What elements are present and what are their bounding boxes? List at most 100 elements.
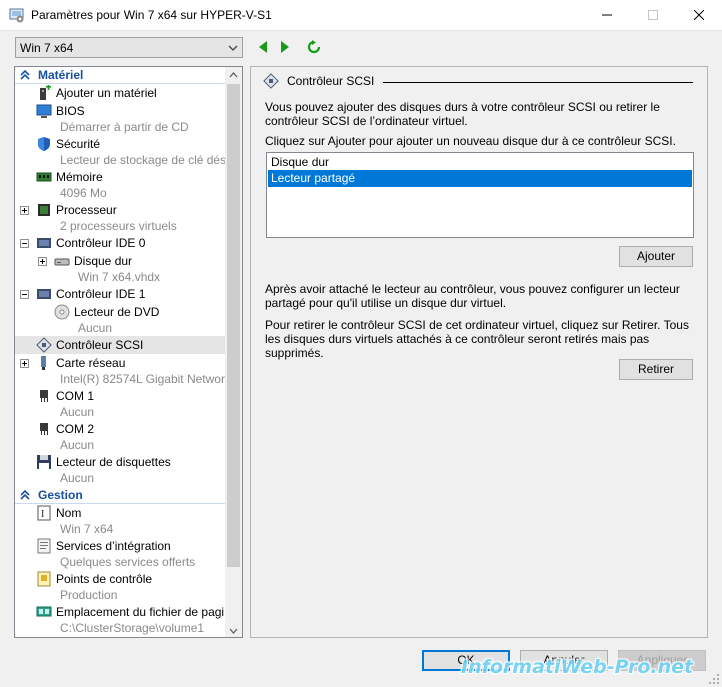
sidebar-item-com-2[interactable]: COM 2 Aucun (15, 420, 226, 454)
detail-panel: Contrôleur SCSI Vous pouvez ajouter des … (250, 66, 708, 638)
sidebar-item-label: Disque dur (74, 254, 133, 268)
sidebar-item-ide-controller-0[interactable]: Contrôleur IDE 0 (15, 234, 226, 252)
sidebar-item-detail: Aucun (60, 405, 95, 419)
sidebar-item-label: Emplacement du fichier de pagi... (56, 605, 235, 619)
sidebar-item-detail: Lecteur de stockage de clé dés... (60, 153, 237, 167)
scrollbar-thumb[interactable] (227, 84, 240, 567)
sidebar-item-memory[interactable]: Mémoire 4096 Mo (15, 168, 226, 202)
sidebar-item-integration-services[interactable]: Services d’intégration Quelques services… (15, 537, 226, 571)
tree-scrollbar[interactable] (225, 67, 242, 637)
sidebar-item-detail: 4096 Mo (60, 186, 107, 200)
sidebar-item-detail: Démarrer à partir de CD (60, 120, 189, 134)
sidebar-item-detail: Aucun (60, 438, 95, 452)
section-hardware-label: Matériel (38, 68, 84, 82)
sidebar-item-bios[interactable]: BIOS Démarrer à partir de CD (15, 102, 226, 136)
panel-title: Contrôleur SCSI (287, 74, 381, 88)
sidebar-item-label: Carte réseau (56, 356, 126, 370)
vm-selector-value: Win 7 x64 (20, 41, 74, 55)
after-attach-text: Après avoir attaché le lecteur au contrô… (265, 282, 680, 310)
network-adapter-icon (41, 356, 46, 370)
settings-app-icon (9, 8, 24, 23)
sidebar-item-network-adapter[interactable]: Carte réseau Intel(R) 82574L Gigabit Net… (15, 354, 234, 388)
processor-icon (38, 204, 50, 216)
expand-icon[interactable] (20, 359, 29, 368)
name-tag-icon: I (37, 505, 51, 521)
title-bar: Paramètres pour Win 7 x64 sur HYPER-V-S1 (0, 0, 722, 31)
sidebar-item-paging-file-location[interactable]: Emplacement du fichier de pagi... C:\Clu… (15, 603, 234, 637)
minimize-button[interactable] (584, 0, 630, 30)
sidebar-item-detail: Production (60, 588, 118, 602)
sidebar-item-com-1[interactable]: COM 1 Aucun (15, 387, 226, 421)
remove-button[interactable]: Retirer (619, 359, 693, 380)
section-hardware[interactable]: Matériel (15, 67, 226, 84)
refresh-icon[interactable] (307, 40, 321, 54)
sidebar-item-processor[interactable]: Processeur 2 processeurs virtuels (15, 201, 226, 235)
scroll-up-arrow-icon[interactable] (229, 72, 238, 78)
vm-selector[interactable]: Win 7 x64 (15, 37, 243, 58)
sidebar-item-label: Sécurité (56, 137, 101, 151)
sidebar-item-label: Contrôleur IDE 0 (56, 236, 146, 250)
watermark-logo: InformatiWeb-Pro.net (461, 656, 694, 678)
svg-text:I: I (41, 509, 44, 520)
sidebar-item-floppy-drive[interactable]: Lecteur de disquettes Aucun (15, 453, 226, 487)
sidebar-item-detail: Win 7 x64.vhdx (78, 270, 161, 284)
instruction-text: Cliquez sur Ajouter pour ajouter un nouv… (265, 134, 676, 148)
sidebar-item-scsi-controller[interactable]: Contrôleur SCSI (15, 336, 226, 354)
paging-file-icon (36, 606, 52, 617)
close-button[interactable] (676, 0, 722, 30)
header-rule (383, 82, 693, 83)
back-arrow-icon[interactable] (256, 40, 270, 54)
sidebar-item-label: COM 1 (56, 389, 95, 403)
sidebar-item-checkpoints[interactable]: Points de contrôle Production (15, 570, 226, 604)
scsi-controller-icon (263, 73, 279, 89)
toolbar: Win 7 x64 (0, 31, 722, 63)
remove-info-text: Pour retirer le contrôleur SCSI de cet o… (265, 318, 689, 360)
sidebar-item-label: BIOS (56, 104, 85, 118)
minimize-icon (602, 14, 612, 16)
shield-icon (38, 137, 50, 151)
sidebar-item-hard-drive[interactable]: Disque dur Win 7 x64.vhdx (15, 252, 226, 286)
controller-type-list[interactable]: Disque dur Lecteur partagé (266, 152, 694, 238)
double-chevron-up-icon (20, 490, 30, 500)
memory-chip-icon (36, 172, 52, 182)
sidebar-item-label: Services d’intégration (56, 539, 171, 553)
sidebar-item-security[interactable]: Sécurité Lecteur de stockage de clé dés.… (15, 135, 236, 169)
resize-grip-icon[interactable] (708, 673, 720, 685)
sidebar-item-label: Processeur (56, 203, 117, 217)
list-item-selected[interactable]: Lecteur partagé (268, 170, 692, 187)
section-management[interactable]: Gestion (15, 487, 226, 504)
chevron-down-icon (228, 45, 238, 51)
collapse-icon[interactable] (20, 290, 29, 299)
scsi-controller-icon (36, 337, 52, 353)
sidebar-item-detail: Quelques services offerts (60, 555, 196, 569)
sidebar-item-label: Points de contrôle (56, 572, 153, 586)
floppy-disk-icon (37, 455, 51, 469)
sidebar-item-label: Lecteur de disquettes (56, 455, 171, 469)
double-chevron-up-icon (20, 70, 30, 80)
collapse-icon[interactable] (20, 239, 29, 248)
expand-icon[interactable] (20, 206, 29, 215)
sidebar-item-detail: Intel(R) 82574L Gigabit Networ... (60, 372, 235, 386)
sidebar-item-label: Ajouter un matériel (56, 86, 157, 100)
sidebar-item-detail: 2 processeurs virtuels (60, 219, 177, 233)
sidebar-item-detail: Aucun (60, 471, 95, 485)
sidebar-item-ide-controller-1[interactable]: Contrôleur IDE 1 (15, 285, 226, 303)
sidebar-item-name[interactable]: I Nom Win 7 x64 (15, 504, 226, 538)
sidebar-item-detail: C:\ClusterStorage\volume1 (60, 621, 205, 635)
ide-controller-icon (37, 238, 51, 248)
add-hardware-icon (40, 85, 51, 100)
sidebar-item-dvd-drive[interactable]: Lecteur de DVD Aucun (15, 303, 226, 337)
sidebar-item-label: Nom (56, 506, 82, 520)
add-button[interactable]: Ajouter (619, 246, 693, 267)
hard-drive-icon (54, 258, 70, 266)
maximize-button[interactable] (630, 0, 676, 30)
expand-icon[interactable] (38, 257, 47, 266)
ide-controller-icon (37, 289, 51, 299)
section-management-label: Gestion (38, 488, 83, 502)
sidebar-item-label: COM 2 (56, 422, 95, 436)
serial-port-icon (40, 423, 48, 435)
forward-arrow-icon[interactable] (278, 40, 292, 54)
list-item[interactable]: Disque dur (268, 154, 692, 171)
scroll-down-arrow-icon[interactable] (229, 628, 238, 634)
sidebar-item-label: Contrôleur SCSI (56, 338, 144, 352)
